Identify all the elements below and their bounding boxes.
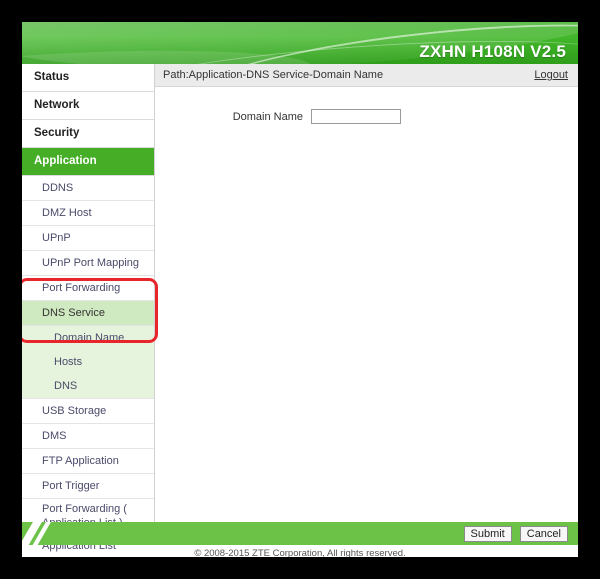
action-bar: Submit Cancel <box>22 522 578 545</box>
sidebar-item-dns-service[interactable]: DNS Service <box>22 301 154 326</box>
sidebar-item-port-forwarding[interactable]: Port Forwarding <box>22 276 154 301</box>
router-admin-page: ZXHN H108N V2.5 Status Network Security … <box>22 22 578 557</box>
sidebar-item-network[interactable]: Network <box>22 92 154 120</box>
sidebar-item-usb-storage[interactable]: USB Storage <box>22 399 154 424</box>
sidebar-item-dmz-host[interactable]: DMZ Host <box>22 201 154 226</box>
sidebar-item-status[interactable]: Status <box>22 64 154 92</box>
sidebar-item-dms[interactable]: DMS <box>22 424 154 449</box>
breadcrumb-bar: Path:Application-DNS Service-Domain Name… <box>155 64 578 87</box>
sidebar-item-security[interactable]: Security <box>22 120 154 148</box>
sidebar-item-ddns[interactable]: DDNS <box>22 176 154 201</box>
sidebar-item-dns[interactable]: DNS <box>22 374 154 399</box>
domain-name-row: Domain Name <box>155 109 578 124</box>
submit-button[interactable]: Submit <box>463 525 512 542</box>
sidebar-item-upnp-port-mapping[interactable]: UPnP Port Mapping <box>22 251 154 276</box>
sidebar-item-application[interactable]: Application <box>22 148 154 176</box>
sidebar-item-hosts[interactable]: Hosts <box>22 350 154 374</box>
domain-name-form: Domain Name <box>155 87 578 124</box>
header-banner: ZXHN H108N V2.5 <box>22 22 578 64</box>
domain-name-label: Domain Name <box>232 110 303 123</box>
breadcrumb: Path:Application-DNS Service-Domain Name <box>163 69 384 81</box>
sidebar-item-port-trigger[interactable]: Port Trigger <box>22 474 154 499</box>
cancel-button[interactable]: Cancel <box>519 525 568 542</box>
sidebar-item-upnp[interactable]: UPnP <box>22 226 154 251</box>
page-body: Status Network Security Application DDNS… <box>22 64 578 557</box>
sidebar-item-domain-name[interactable]: Domain Name <box>22 326 154 350</box>
sidebar-navigation: Status Network Security Application DDNS… <box>22 64 158 557</box>
domain-name-input[interactable] <box>311 109 401 124</box>
logout-link[interactable]: Logout <box>534 69 568 81</box>
main-content: Path:Application-DNS Service-Domain Name… <box>155 64 578 522</box>
sidebar-item-ftp-application[interactable]: FTP Application <box>22 449 154 474</box>
product-model-title: ZXHN H108N V2.5 <box>419 42 566 61</box>
